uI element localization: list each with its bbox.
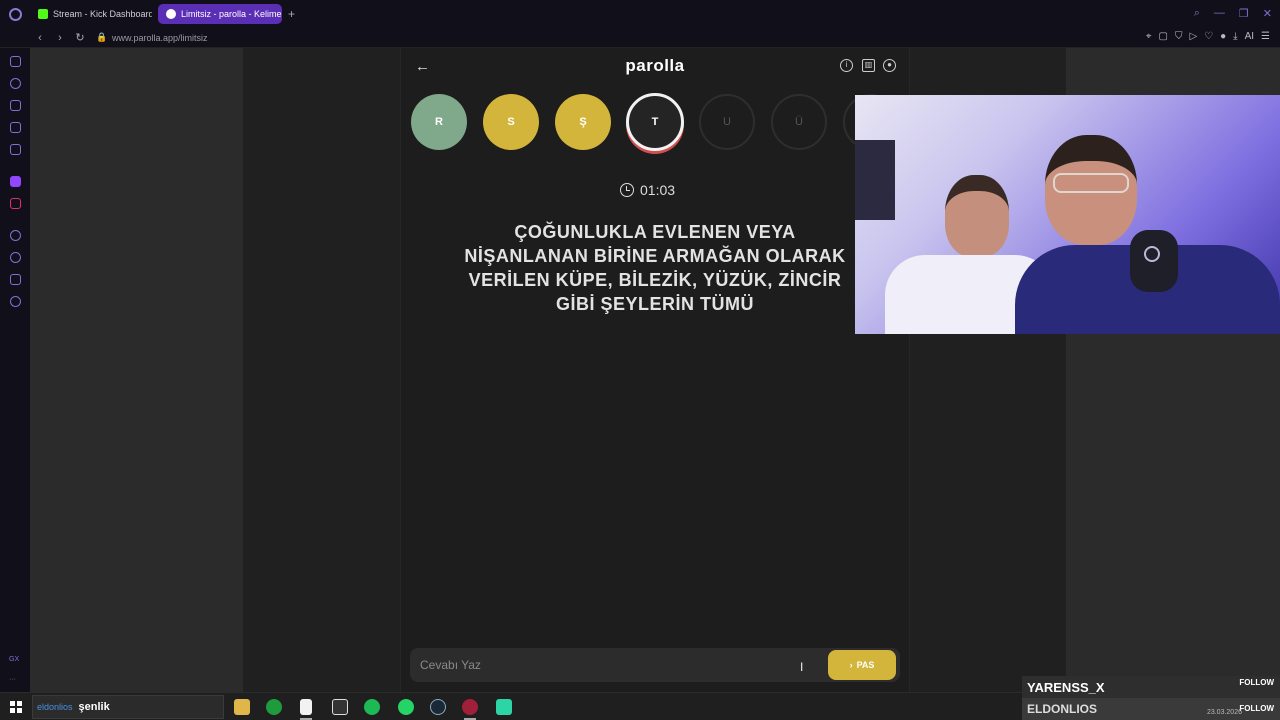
menu-icon[interactable]: ☰ bbox=[1261, 31, 1270, 42]
epic-games-icon[interactable] bbox=[332, 699, 348, 715]
pass-label: PAS bbox=[856, 660, 875, 670]
profile-circle-icon[interactable]: ● bbox=[883, 59, 896, 72]
toolbar-icons: ⌖ ▢ ⛉ ▷ ♡ ● ⤓ AI ☰ bbox=[1146, 31, 1270, 42]
profile-icon[interactable]: ● bbox=[1220, 31, 1226, 42]
search-text: şenlik bbox=[78, 701, 110, 713]
restore-icon[interactable]: ❐ bbox=[1239, 7, 1249, 20]
ai-button[interactable]: AI bbox=[1245, 31, 1254, 42]
browser-titlebar: Stream - Kick Dashboard Limitsiz - parol… bbox=[0, 0, 1280, 28]
tab-label: Limitsiz - parolla - Kelime bbox=[181, 9, 282, 19]
clock-icon bbox=[620, 183, 634, 197]
answer-input[interactable] bbox=[420, 656, 800, 674]
letter-t-active[interactable]: T bbox=[626, 93, 684, 151]
app-brand[interactable]: parolla bbox=[580, 56, 730, 76]
streamer-left-head bbox=[945, 175, 1009, 257]
sidebar-history-icon[interactable] bbox=[10, 252, 21, 263]
parolla-favicon-icon bbox=[166, 9, 176, 19]
follow-badge: FOLLOW bbox=[1239, 678, 1274, 687]
browser-sidebar: GX ··· bbox=[0, 48, 30, 692]
sidebar-instagram-icon[interactable] bbox=[10, 198, 21, 209]
streamer-right bbox=[1015, 135, 1280, 334]
kick-favicon-icon bbox=[38, 9, 48, 19]
sidebar-player-icon[interactable] bbox=[10, 230, 21, 241]
sidebar-settings-icon[interactable] bbox=[10, 296, 21, 307]
sidebar-more-icon[interactable]: ··· bbox=[9, 676, 16, 683]
pass-button[interactable]: › PAS bbox=[828, 650, 896, 680]
letter-u[interactable]: U bbox=[699, 94, 755, 150]
webcam-overlay bbox=[855, 95, 1280, 334]
chevron-right-icon: › bbox=[849, 660, 853, 670]
left-panel bbox=[30, 48, 243, 692]
spotify-icon[interactable] bbox=[364, 699, 380, 715]
sidebar-extensions-icon[interactable] bbox=[10, 274, 21, 285]
new-tab-button[interactable]: + bbox=[288, 7, 295, 21]
timer: 01:03 bbox=[620, 182, 690, 198]
notepad-icon[interactable] bbox=[300, 699, 312, 715]
timer-value: 01:03 bbox=[640, 182, 676, 198]
stats-icon[interactable]: ▥ bbox=[862, 59, 875, 72]
xbox-icon[interactable] bbox=[266, 699, 282, 715]
windows-start-icon[interactable] bbox=[10, 701, 22, 713]
headset-logo-icon bbox=[1144, 246, 1160, 262]
lock-icon: 🔒 bbox=[96, 32, 108, 42]
tab-kick-dashboard[interactable]: Stream - Kick Dashboard bbox=[30, 4, 152, 24]
address-bar: ‹ › ↻ 🔒 www.parolla.app/limitsiz ⌖ ▢ ⛉ ▷… bbox=[0, 28, 1280, 48]
minimize-icon[interactable]: — bbox=[1214, 7, 1225, 20]
text-cursor-icon: I bbox=[800, 660, 804, 674]
system-tray: 23.03.2026 bbox=[1022, 692, 1280, 720]
letter-uu[interactable]: Ü bbox=[771, 94, 827, 150]
play-icon[interactable]: ▷ bbox=[1189, 31, 1197, 42]
sidebar-gamepad-icon[interactable] bbox=[10, 122, 21, 133]
opera-gx-icon[interactable] bbox=[462, 699, 478, 715]
download-icon[interactable]: ⤓ bbox=[1233, 31, 1237, 42]
shield-icon[interactable]: ⛉ bbox=[1175, 31, 1183, 42]
letter-r[interactable]: R bbox=[411, 94, 467, 150]
tab-capture-icon[interactable]: ▢ bbox=[1158, 31, 1167, 42]
question-text: ÇOĞUNLUKLA EVLENEN VEYA NİŞANLANAN BİRİN… bbox=[464, 222, 846, 314]
tray-date: 23.03.2026 bbox=[1206, 709, 1242, 716]
search-tabs-icon[interactable]: ⌕ bbox=[1194, 7, 1200, 20]
glasses-icon bbox=[1053, 173, 1129, 193]
steam-icon[interactable] bbox=[430, 699, 446, 715]
sidebar-bag-icon[interactable] bbox=[10, 100, 21, 111]
answer-bar: › PAS bbox=[410, 648, 900, 682]
headset bbox=[1130, 230, 1178, 292]
search-user-label: eldonlios bbox=[37, 702, 73, 712]
taskbar: eldonlios şenlik bbox=[0, 692, 1022, 720]
reload-icon[interactable]: ↻ bbox=[70, 31, 90, 44]
letter-sh[interactable]: Ş bbox=[555, 94, 611, 150]
sidebar-twitch-icon[interactable] bbox=[10, 176, 21, 187]
taskbar-search[interactable]: eldonlios şenlik bbox=[32, 695, 224, 719]
heart-icon[interactable]: ♡ bbox=[1204, 31, 1213, 42]
window-controls: ⌕ — ❐ ✕ bbox=[1194, 7, 1272, 20]
info-icon[interactable]: i bbox=[840, 59, 853, 72]
snapshot-icon[interactable]: ⌖ bbox=[1146, 31, 1152, 42]
close-window-icon[interactable]: ✕ bbox=[1263, 7, 1272, 20]
tab-label: Stream - Kick Dashboard bbox=[53, 9, 152, 19]
opera-logo-icon[interactable] bbox=[0, 0, 30, 28]
file-explorer-icon[interactable] bbox=[234, 699, 250, 715]
sidebar-gx-label[interactable]: GX bbox=[9, 656, 19, 663]
letter-s[interactable]: S bbox=[483, 94, 539, 150]
sidebar-refresh-icon[interactable] bbox=[10, 78, 21, 89]
sidebar-messenger-icon[interactable] bbox=[10, 144, 21, 155]
back-icon[interactable]: ‹ bbox=[30, 32, 50, 44]
forward-icon[interactable]: › bbox=[50, 32, 70, 44]
whatsapp-icon[interactable] bbox=[398, 699, 414, 715]
url-field[interactable]: www.parolla.app/limitsiz bbox=[112, 33, 208, 43]
tab-parolla[interactable]: Limitsiz - parolla - Kelime × bbox=[158, 4, 282, 24]
sidebar-gx-corner-icon[interactable] bbox=[10, 56, 21, 67]
kick-app-icon[interactable] bbox=[496, 699, 512, 715]
back-arrow-icon[interactable]: ← bbox=[415, 58, 430, 75]
